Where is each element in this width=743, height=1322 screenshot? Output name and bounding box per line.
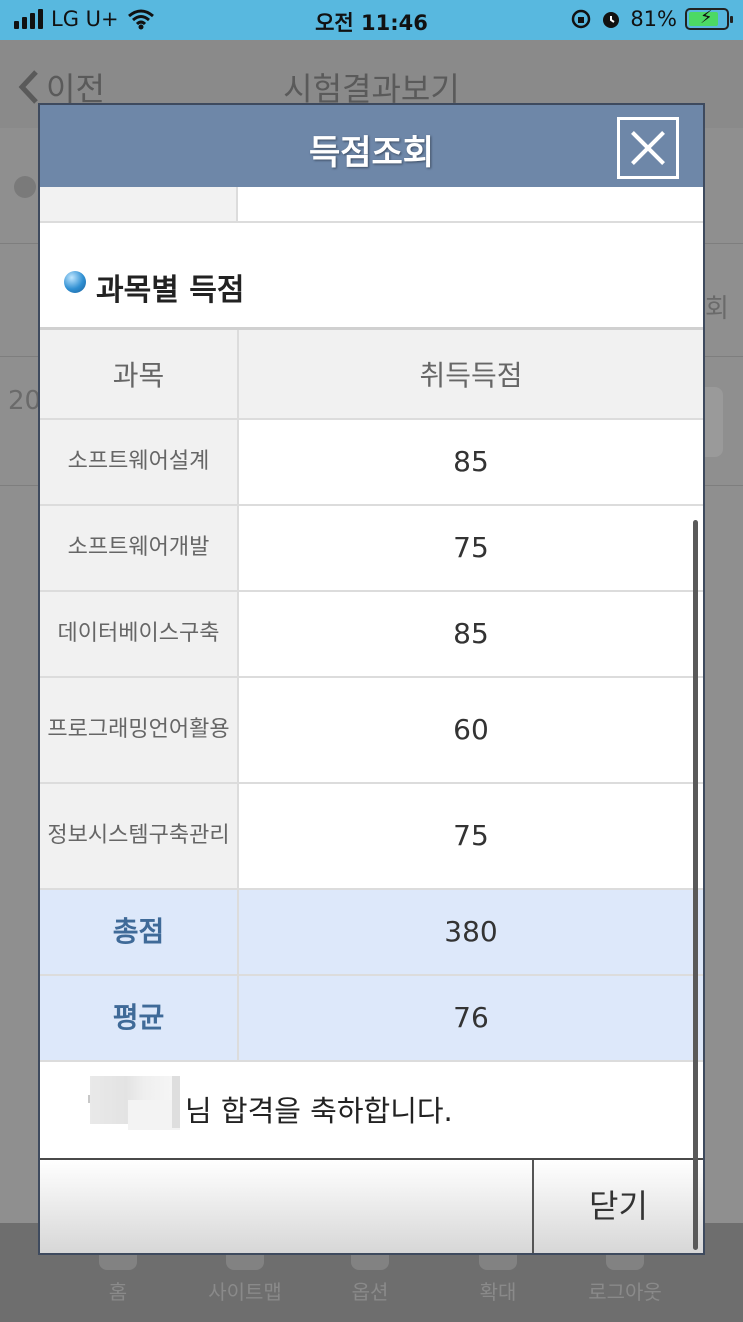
status-bar: LG U+ 오전 11:46 81% ⚡: [0, 0, 743, 40]
table-header-row: 과목 취득득점: [40, 327, 703, 420]
header-subject: 과목: [40, 327, 239, 420]
charging-icon: ⚡: [700, 7, 713, 28]
subject-cell: 프로그래밍언어활용: [40, 676, 239, 784]
subject-cell: 데이터베이스구축: [40, 590, 239, 678]
background-fragment-left: 20: [8, 386, 42, 416]
redacted-name: [172, 1076, 180, 1128]
score-cell: 60: [238, 676, 703, 784]
modal-title: 득점조회: [308, 133, 435, 173]
average-row: 평균 76: [40, 974, 703, 1062]
nav-sitemap-label: 사이트맵: [208, 1280, 282, 1304]
header-score: 취득득점: [238, 327, 703, 420]
footer-blank: [40, 1160, 534, 1253]
average-label: 평균: [40, 974, 239, 1062]
score-table: 과목 취득득점 소프트웨어설계 85 소프트웨어개발 75 데이터베이스구축 8…: [40, 327, 703, 1062]
rotation-lock-icon: [572, 9, 591, 29]
subject-cell: 소프트웨어설계: [40, 418, 239, 506]
score-cell: 75: [238, 504, 703, 592]
subject-cell: 소프트웨어개발: [40, 504, 239, 592]
table-top-strip: [40, 187, 703, 223]
subject-cell: 정보시스템구축관리: [40, 782, 239, 890]
alarm-icon: [603, 12, 620, 28]
scrollbar[interactable]: [693, 520, 698, 1250]
nav-zoom-label: 확대: [479, 1280, 517, 1304]
table-row: 소프트웨어개발 75: [40, 504, 703, 592]
table-row: 소프트웨어설계 85: [40, 418, 703, 506]
modal-header: 득점조회: [40, 105, 703, 187]
table-row: 정보시스템구축관리 75: [40, 782, 703, 890]
score-cell: 75: [238, 782, 703, 890]
background-dot-icon: [14, 176, 36, 198]
table-top-strip-cell: [40, 187, 238, 221]
total-row: 총점 380: [40, 888, 703, 976]
average-value: 76: [238, 974, 703, 1062]
nav-options-label: 옵션: [351, 1280, 389, 1304]
congrats-text: 님 합격을 축하합니다.: [185, 1094, 453, 1128]
battery-percent: 81%: [630, 7, 677, 31]
table-row: 프로그래밍언어활용 60: [40, 676, 703, 784]
bullet-dot-icon: [64, 271, 86, 293]
battery-icon: ⚡: [685, 7, 733, 30]
section-title: 과목별 득점: [96, 273, 245, 308]
modal-footer: 닫기: [40, 1158, 703, 1253]
nav-logout-label: 로그아웃: [588, 1280, 662, 1304]
total-label: 총점: [40, 888, 239, 976]
table-row: 데이터베이스구축 85: [40, 590, 703, 678]
close-icon[interactable]: [617, 117, 679, 179]
status-right: 81% ⚡: [570, 7, 733, 31]
score-cell: 85: [238, 418, 703, 506]
close-button[interactable]: 닫기: [534, 1160, 703, 1253]
score-modal: 득점조회 과목별 득점 과목 취득득점 소프트웨어설계 85 소프트웨어개발 7…: [38, 103, 705, 1255]
total-value: 380: [238, 888, 703, 976]
score-cell: 85: [238, 590, 703, 678]
congrats-message: 님 합격을 축하합니다.: [40, 1060, 703, 1158]
background-fragment-right: 회: [705, 294, 729, 324]
nav-home-label: 홈: [108, 1280, 128, 1304]
section-header: 과목별 득점: [40, 223, 703, 327]
